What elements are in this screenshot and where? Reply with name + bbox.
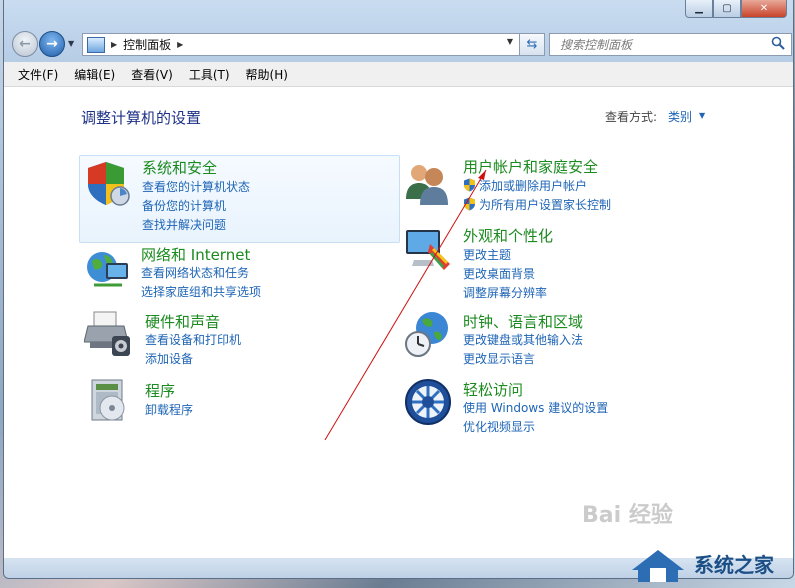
baidu-watermark: Bai 经验 <box>582 503 673 528</box>
annotation-arrow <box>324 169 487 441</box>
site-watermark-text: 系统之家 <box>694 553 774 577</box>
